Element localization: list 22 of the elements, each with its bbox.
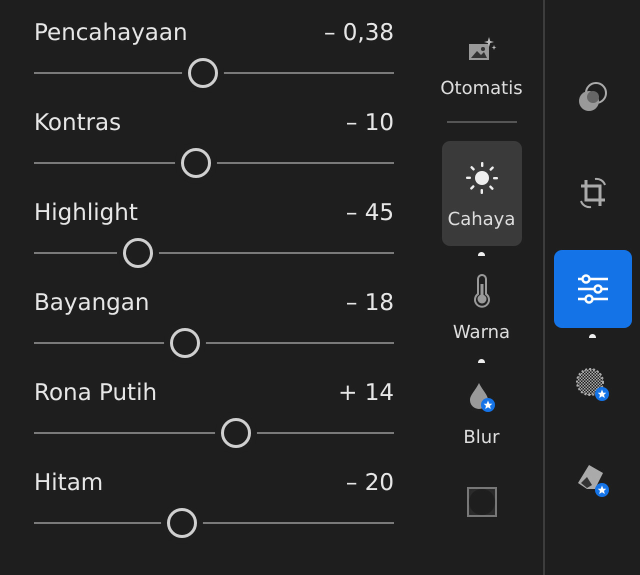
tool-button[interactable] — [554, 250, 632, 328]
slider-label: Bayangan — [34, 290, 150, 316]
category-tab[interactable]: Blur — [442, 371, 522, 458]
category-tab[interactable]: Otomatis — [442, 26, 522, 109]
slider-label: Kontras — [34, 110, 122, 136]
sliders-icon — [576, 274, 610, 304]
slider-label: Pencahayaan — [34, 20, 188, 46]
vignette-icon — [466, 486, 498, 518]
slider-value: – 20 — [346, 470, 394, 496]
slider-value: – 18 — [346, 290, 394, 316]
dotted-circle-star-icon — [574, 367, 610, 403]
slider-label: Hitam — [34, 470, 104, 496]
category-tab[interactable]: Warna — [442, 264, 522, 353]
thermometer-icon — [472, 274, 492, 308]
category-tab[interactable]: Cahaya — [442, 141, 522, 246]
sun-icon — [464, 161, 498, 195]
slider-value: + 14 — [338, 380, 394, 406]
slider-label: Rona Putih — [34, 380, 158, 406]
slider-label: Highlight — [34, 200, 138, 226]
slider-value: – 10 — [346, 110, 394, 136]
slider-value: – 45 — [346, 200, 394, 226]
slider-value: – 0,38 — [324, 20, 394, 46]
